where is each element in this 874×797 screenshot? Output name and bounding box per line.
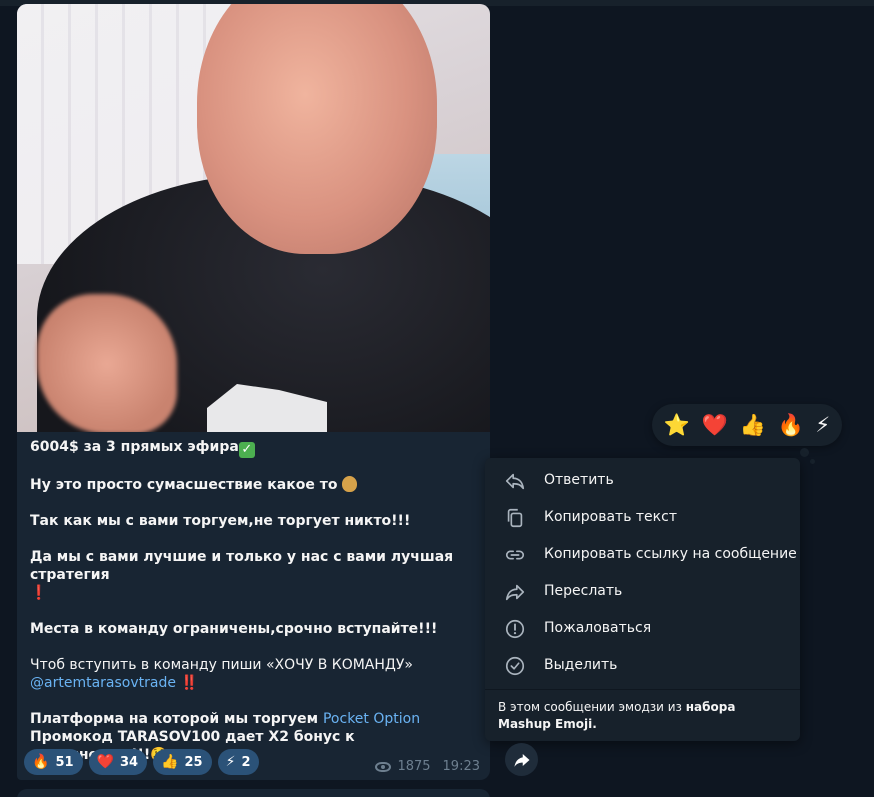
link-icon <box>505 550 525 560</box>
text-line-7: Платформа на которой мы торгуем <box>30 711 323 727</box>
menu-item-copy-text[interactable]: Копировать текст <box>485 499 800 536</box>
view-count: 1875 <box>397 759 431 774</box>
eye-icon <box>375 761 392 772</box>
text-line-2: Ну это просто сумасшествие какое то <box>30 477 338 493</box>
platform-link[interactable]: Pocket Option <box>323 711 420 727</box>
next-message-bubble[interactable] <box>17 789 490 797</box>
text-line-4: Да мы с вами лучшие и только у нас с вам… <box>30 549 454 583</box>
double-exclamation-emoji-icon: ‼️ <box>180 675 199 691</box>
reaction-count: 34 <box>119 754 139 770</box>
person-hand <box>37 294 177 432</box>
emoji-pack-note-prefix: В этом сообщении эмодзи из <box>498 700 686 714</box>
copy-icon <box>507 508 523 528</box>
star-reaction-option[interactable]: ⭐ <box>664 404 690 446</box>
report-icon <box>505 619 525 639</box>
text-line-6: Чтоб вступить в команду пиши «ХОЧУ В КОМ… <box>30 657 413 673</box>
menu-item-report[interactable]: Пожаловаться <box>485 610 800 647</box>
lightning-reaction-option[interactable]: ⚡ <box>815 404 830 446</box>
money-bag-emoji-icon <box>342 476 358 492</box>
menu-item-label: Копировать ссылку на сообщение <box>544 546 797 562</box>
reaction-picker: ⭐ ❤️ 👍 🔥 ⚡ <box>652 404 842 446</box>
share-button[interactable] <box>505 743 538 776</box>
fire-reaction-option[interactable]: 🔥 <box>777 404 803 446</box>
chat-area: 6004$ за 3 прямых эфира ✓ Ну это просто с… <box>0 0 874 797</box>
text-line-1: 6004$ за 3 прямых эфира <box>30 439 239 455</box>
menu-item-forward[interactable]: Переслать <box>485 573 800 610</box>
menu-item-label: Ответить <box>544 472 614 488</box>
reaction-count: 25 <box>184 754 203 770</box>
video-thumbnail[interactable] <box>17 4 490 432</box>
message-text: 6004$ за 3 прямых эфира ✓ Ну это просто с… <box>17 432 490 764</box>
thumbs-up-icon: 👍 <box>161 754 179 770</box>
lightning-icon: ⚡ <box>225 754 236 770</box>
menu-item-copy-link[interactable]: Копировать ссылку на сообщение <box>485 536 800 573</box>
reaction-bar: 🔥 51 ❤️ 34 👍 25 ⚡ 2 <box>24 749 260 775</box>
share-arrow-icon <box>514 753 529 767</box>
picker-tail-dot-small <box>810 459 815 464</box>
thumbs-up-reaction-option[interactable]: 👍 <box>740 404 766 446</box>
reaction-heart[interactable]: ❤️ 34 <box>88 749 148 775</box>
reaction-count: 2 <box>241 754 251 770</box>
forward-icon <box>505 584 525 601</box>
reaction-count: 51 <box>55 754 74 770</box>
emoji-pack-note[interactable]: В этом сообщении эмодзи из набора Mashup… <box>498 699 788 733</box>
text-line-5: Места в команду ограничены,срочно вступа… <box>30 621 438 637</box>
message-meta: 1875 19:23 <box>375 759 480 774</box>
menu-separator <box>485 689 800 690</box>
fire-icon: 🔥 <box>32 754 50 770</box>
check-emoji-icon: ✓ <box>238 442 255 458</box>
select-icon <box>505 656 525 676</box>
reaction-thumbs-up[interactable]: 👍 25 <box>153 749 212 775</box>
menu-item-label: Переслать <box>544 583 623 599</box>
menu-item-label: Пожаловаться <box>544 620 652 636</box>
heart-reaction-option[interactable]: ❤️ <box>702 404 728 446</box>
username-link[interactable]: @artemtarasovtrade <box>30 675 176 691</box>
heart-icon: ❤️ <box>96 754 114 770</box>
reaction-lightning[interactable]: ⚡ 2 <box>217 749 260 775</box>
person-face <box>197 4 437 254</box>
menu-item-label: Копировать текст <box>544 509 677 525</box>
text-line-3: Так как мы с вами торгуем,не торгует ник… <box>30 513 411 529</box>
exclamation-emoji-icon: ❗ <box>30 585 48 601</box>
message-time: 19:23 <box>442 759 480 774</box>
context-menu: Ответить Копировать текст Копировать ссы… <box>485 458 800 741</box>
picker-tail-dot <box>800 448 809 457</box>
reply-icon <box>505 473 525 490</box>
menu-item-label: Выделить <box>544 657 618 673</box>
menu-item-reply[interactable]: Ответить <box>485 462 800 499</box>
reaction-fire[interactable]: 🔥 51 <box>24 749 83 775</box>
message-bubble[interactable]: 6004$ за 3 прямых эфира ✓ Ну это просто с… <box>17 4 490 780</box>
menu-item-select[interactable]: Выделить <box>485 647 800 684</box>
